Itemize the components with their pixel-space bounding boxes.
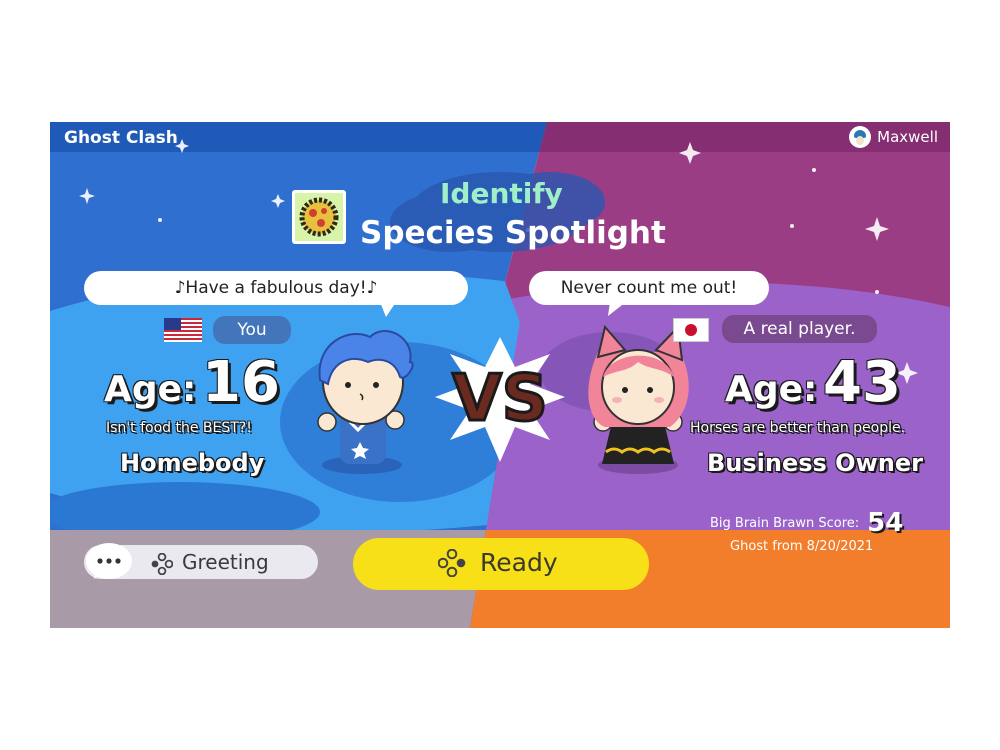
- user-badge: Maxwell: [849, 126, 938, 148]
- dpad-buttons-icon: [437, 548, 466, 578]
- player2-tag: A real player.: [722, 315, 877, 343]
- versus-text: VS: [452, 362, 548, 436]
- pizza-icon: [292, 190, 346, 244]
- player1-speech-bubble: ♪Have a fabulous day!♪: [84, 271, 468, 305]
- player2-age: Age: 43: [725, 350, 901, 415]
- ghost-date: Ghost from 8/20/2021: [730, 539, 874, 554]
- player2-motto: Horses are better than people.: [690, 420, 906, 436]
- dpad-buttons-icon: [151, 552, 174, 576]
- speech-dots-icon[interactable]: [86, 543, 132, 579]
- score-line: Big Brain Brawn Score: 54: [710, 508, 903, 538]
- ready-button-label[interactable]: Ready: [480, 548, 558, 577]
- user-name: Maxwell: [877, 128, 938, 146]
- game-screen: VS Ghost Clash Maxwell Identify Species …: [50, 122, 950, 628]
- japan-flag-icon: [673, 318, 709, 342]
- player2-speech-bubble: Never count me out!: [529, 271, 769, 305]
- player1-tag: You: [213, 316, 291, 344]
- avatar-icon: [849, 126, 872, 148]
- player1-motto: Isn't food the BEST?!: [106, 420, 252, 436]
- us-flag-icon: [164, 318, 202, 342]
- player2-occupation: Business Owner: [707, 449, 923, 477]
- player1-age: Age: 16: [104, 350, 280, 415]
- game-name: Species Spotlight: [360, 215, 666, 251]
- score-value: 54: [867, 508, 904, 538]
- greeting-button-label[interactable]: Greeting: [182, 550, 269, 574]
- player1-occupation: Homebody: [120, 449, 265, 477]
- score-label: Big Brain Brawn Score:: [710, 515, 860, 531]
- game-mode-label: Identify: [440, 177, 563, 210]
- mode-title: Ghost Clash: [64, 128, 178, 148]
